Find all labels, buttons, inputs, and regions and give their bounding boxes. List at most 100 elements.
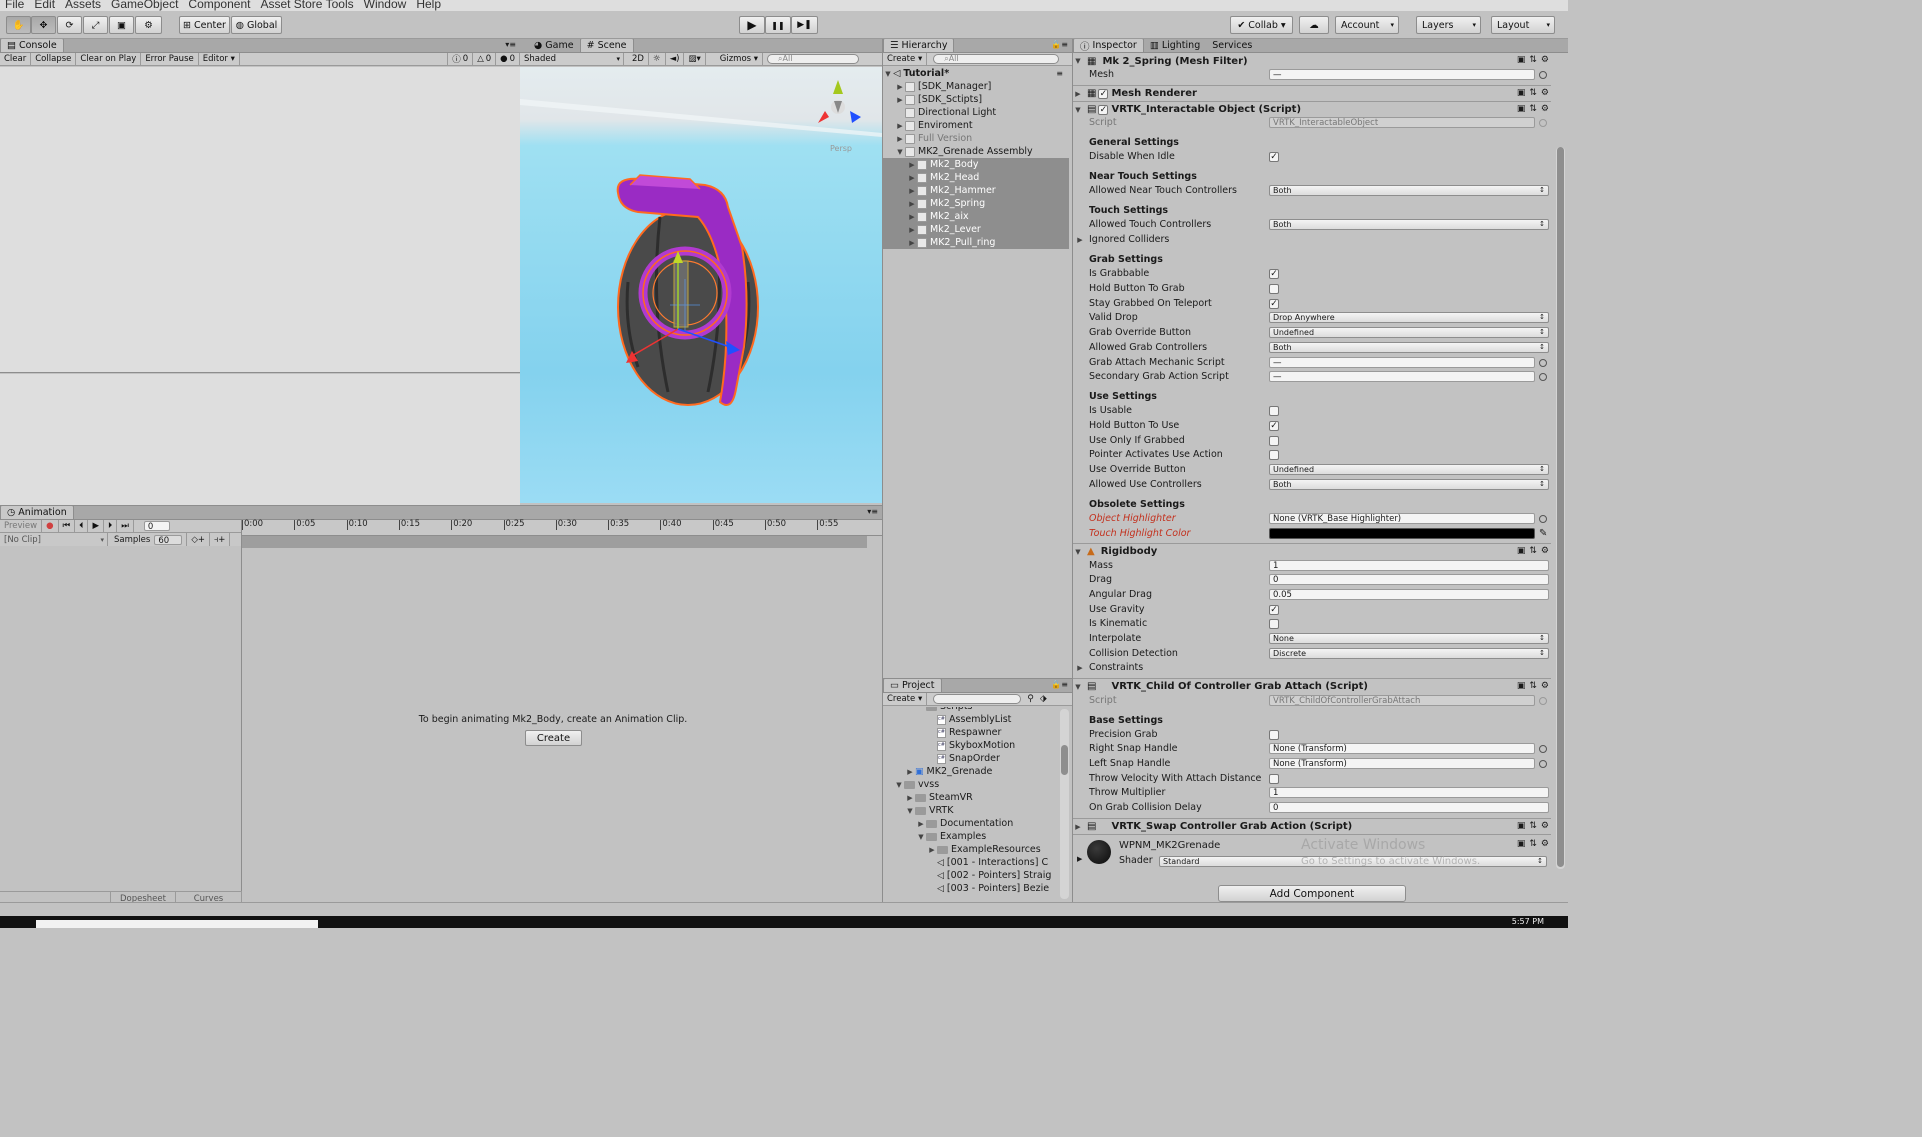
expand-arrow-icon[interactable]: ▼ [905, 807, 915, 815]
expand-arrow-icon[interactable]: ▶ [1073, 823, 1083, 831]
hierarchy-item[interactable]: ▶ Mk2_Hammer [883, 184, 1069, 197]
project-item[interactable]: ▶ SteamVR [905, 791, 972, 804]
console-button[interactable]: Clear on Play [76, 52, 142, 66]
console-button[interactable]: Clear [0, 52, 32, 66]
pivot-center-button[interactable]: ⊞ Center [179, 16, 230, 34]
expand-arrow-icon[interactable]: ▶ [895, 135, 905, 143]
add-keyframe-button[interactable]: ◇+ [186, 533, 210, 546]
disable-idle-checkbox[interactable]: ✓ [1269, 151, 1279, 162]
object-picker-icon[interactable] [1539, 70, 1547, 79]
tab-project[interactable]: ▭ Project [883, 679, 942, 692]
collab-dropdown[interactable]: ✔ Collab ▾ [1230, 16, 1293, 34]
panel-menu-icon[interactable]: ▾≡ [867, 507, 878, 516]
expand-arrow-icon[interactable]: ▶ [907, 213, 917, 221]
timeline-event-track[interactable] [242, 536, 867, 548]
tab-game[interactable]: ◕ Game [528, 39, 580, 52]
collapse-arrow-icon[interactable]: ▼ [1073, 106, 1083, 114]
hierarchy-search-input[interactable]: ⌕All [933, 54, 1060, 64]
expand-arrow-icon[interactable]: ▶ [907, 200, 917, 208]
global-toggle-button[interactable]: ◍ Global [231, 16, 282, 34]
expand-arrow-icon[interactable]: ▶ [907, 239, 917, 247]
expand-arrow-icon[interactable]: ▶ [895, 96, 905, 104]
hierarchy-item[interactable]: ▶ Full Version [883, 132, 1069, 145]
is-usable-checkbox[interactable] [1269, 405, 1279, 416]
scene-search-input[interactable]: ⌕All [767, 54, 860, 64]
tab-lighting[interactable]: ▥ Lighting [1144, 39, 1206, 52]
step-button[interactable]: ▶❚ [791, 16, 818, 34]
left-snap-field[interactable]: None (Transform) [1269, 758, 1535, 769]
hierarchy-item[interactable]: ▶ [SDK_Sctipts] [883, 93, 1069, 106]
mesh-renderer-enabled-checkbox[interactable]: ✓ [1098, 88, 1109, 99]
expand-arrow-icon[interactable]: ▶ [907, 161, 917, 169]
orientation-gizmo[interactable] [818, 80, 861, 123]
2d-toggle[interactable]: 2D [628, 52, 649, 66]
component-tools[interactable]: ▣ ⇅ ⚙ [1517, 546, 1549, 556]
expand-arrow-icon[interactable]: ▶ [1073, 90, 1083, 98]
project-item[interactable]: c# Respawner [927, 726, 1001, 739]
first-key-button[interactable]: ⏮ [59, 519, 76, 533]
add-component-button[interactable]: Add Component [1218, 885, 1406, 902]
menu-item[interactable]: Window [359, 0, 412, 10]
object-picker-icon[interactable] [1539, 372, 1547, 381]
next-key-button[interactable]: ⏵ [104, 519, 118, 533]
hierarchy-item[interactable]: ▶ Mk2_Lever [883, 223, 1069, 236]
info-count-toggle[interactable]: ⓘ 0 [447, 52, 474, 66]
pause-button[interactable]: ❚❚ [765, 16, 791, 34]
rigidbody-component[interactable]: ▼ ▲ Rigidbody ▣ ⇅ ⚙ [1073, 543, 1551, 559]
right-snap-field[interactable]: None (Transform) [1269, 743, 1535, 754]
hierarchy-item[interactable]: ▶ Mk2_Spring [883, 197, 1069, 210]
component-tools[interactable]: ▣ ⇅ ⚙ [1517, 55, 1549, 65]
grab-attach-field[interactable]: — [1269, 357, 1535, 368]
expand-arrow-icon[interactable]: ▶ [916, 820, 926, 828]
console-button[interactable]: Collapse [31, 52, 77, 66]
touch-highlight-color-swatch[interactable] [1269, 528, 1535, 539]
hierarchy-item[interactable]: ▶ MK2_Pull_ring [883, 236, 1069, 249]
layout-dropdown[interactable]: Layout ▾ [1491, 16, 1555, 34]
hierarchy-item[interactable]: Directional Light [883, 106, 1069, 119]
swap-grab-action-component[interactable]: ▶ ▤ VRTK_Swap Controller Grab Action (Scri… [1073, 818, 1551, 834]
use-gravity-checkbox[interactable]: ✓ [1269, 604, 1279, 615]
samples-input[interactable]: 60 [154, 534, 183, 545]
scene-menu-icon[interactable]: ≡ [1056, 69, 1063, 78]
console-button[interactable]: Error Pause [141, 52, 199, 66]
effects-dropdown[interactable]: ▨▾ [684, 52, 706, 66]
material-section[interactable]: ▶ WPNM_MK2Grenade Shader Standard ▣⇅⚙ Ac… [1073, 834, 1551, 870]
hold-use-checkbox[interactable]: ✓ [1269, 420, 1279, 431]
play-anim-button[interactable]: ▶ [88, 519, 104, 533]
timeline-ruler[interactable]: 0:00 0:05 0:10 0:15 0:20 0:25 0:30 0:35 0:40 0:45… [242, 520, 882, 536]
project-item[interactable]: ◁ [001 - Interactions] C [927, 856, 1048, 869]
throw-multiplier-input[interactable]: 1 [1269, 787, 1549, 798]
project-item[interactable]: ▼ VRTK [905, 804, 953, 817]
lock-icon[interactable]: 🔒≡ [1051, 40, 1068, 49]
error-count-toggle[interactable]: ● 0 [496, 52, 520, 66]
scene-viewport[interactable]: Persp [520, 67, 882, 503]
ignored-colliders-row[interactable]: ▶ Ignored Colliders [1073, 232, 1551, 247]
menu-item[interactable]: Edit [29, 0, 60, 10]
project-item[interactable]: c# AssemblyList [927, 713, 1011, 726]
hierarchy-item[interactable]: ▶ Mk2_Body [883, 158, 1069, 171]
project-item[interactable]: ▶ ExampleResources [927, 843, 1040, 856]
inspector-scrollbar[interactable] [1556, 147, 1565, 869]
mesh-field[interactable]: — [1269, 69, 1535, 80]
collision-detection-dropdown[interactable]: Discrete [1269, 648, 1549, 659]
project-item[interactable]: ▶ Documentation [916, 817, 1013, 830]
collapse-arrow-icon[interactable]: ▼ [1073, 548, 1083, 556]
object-highlighter-field[interactable]: None (VRTK_Base Highlighter) [1269, 513, 1535, 524]
object-picker-icon[interactable] [1539, 514, 1547, 523]
tab-console[interactable]: ▤ Console [0, 39, 64, 52]
layers-dropdown[interactable]: Layers ▾ [1416, 16, 1481, 34]
expand-arrow-icon[interactable]: ▶ [907, 174, 917, 182]
frame-input[interactable]: 0 [143, 521, 170, 531]
project-scrollbar[interactable] [1060, 709, 1069, 899]
hierarchy-item[interactable]: ▶ [SDK_Manager] [883, 80, 1069, 93]
lighting-toggle[interactable]: ☼ [649, 52, 666, 66]
hierarchy-item[interactable]: ▶ Mk2_aix [883, 210, 1069, 223]
angular-drag-input[interactable]: 0.05 [1269, 589, 1549, 600]
cloud-button[interactable]: ☁ [1299, 16, 1329, 34]
component-tools[interactable]: ▣ ⇅ ⚙ [1517, 681, 1549, 691]
clip-dropdown[interactable]: [No Clip] ▾ [0, 533, 108, 546]
project-scroll-thumb[interactable] [1061, 745, 1068, 775]
eyedropper-icon[interactable]: ✎ [1539, 528, 1547, 539]
project-item[interactable]: ▼ Examples [916, 830, 986, 843]
shading-mode-dropdown[interactable]: Shaded ▾ [520, 52, 624, 66]
